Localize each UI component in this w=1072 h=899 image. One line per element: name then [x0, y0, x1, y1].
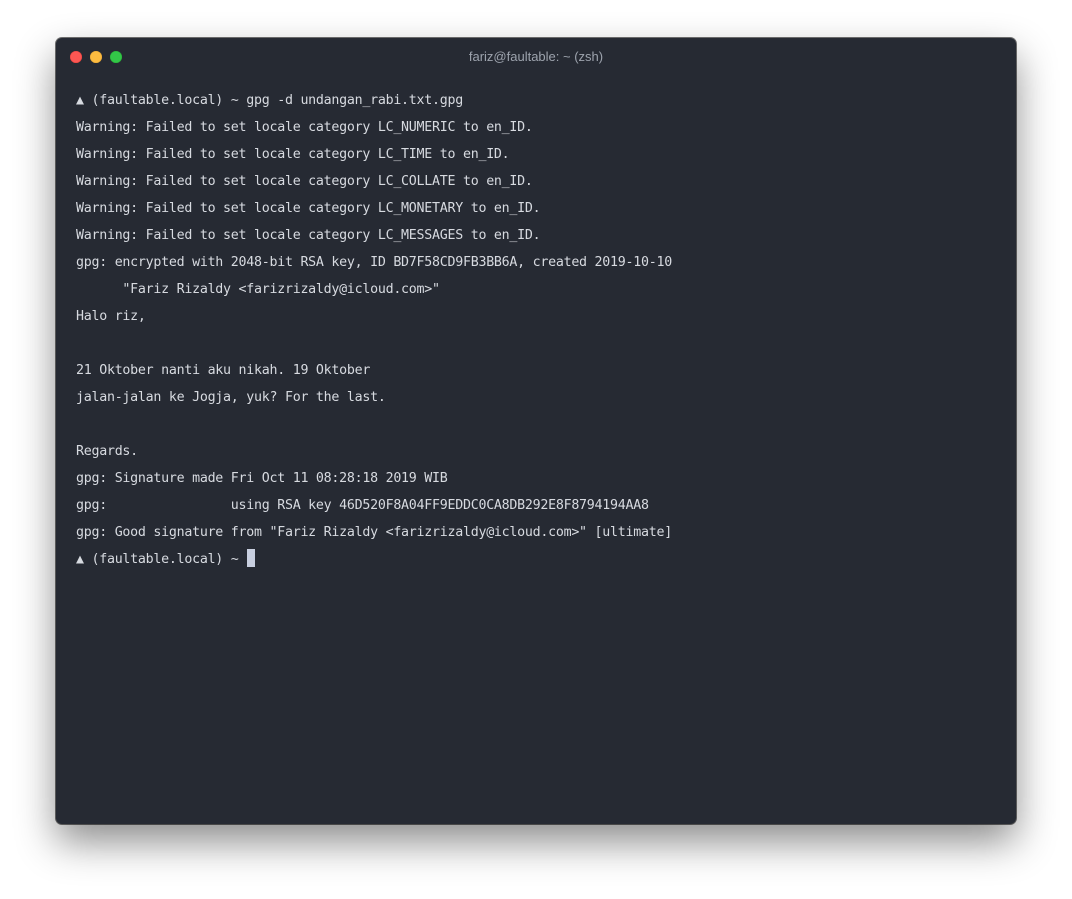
title-bar[interactable]: fariz@faultable: ~ (zsh): [56, 38, 1016, 76]
terminal-line: ▲ (faultable.local) ~ gpg -d undangan_ra…: [76, 93, 463, 108]
prompt-line[interactable]: ▲ (faultable.local) ~: [76, 546, 1006, 573]
terminal-line: gpg: using RSA key 46D520F8A04FF9EDDC0CA…: [76, 498, 649, 513]
prompt-text: ▲ (faultable.local) ~: [76, 552, 247, 567]
text-cursor: [247, 549, 256, 567]
terminal-line: 21 Oktober nanti aku nikah. 19 Oktober: [76, 363, 371, 378]
terminal-output[interactable]: ▲ (faultable.local) ~ gpg -d undangan_ra…: [76, 87, 1006, 573]
terminal-line: jalan-jalan ke Jogja, yuk? For the last.: [76, 390, 386, 405]
terminal-line: Regards.: [76, 444, 138, 459]
terminal-line: Warning: Failed to set locale category L…: [76, 201, 541, 216]
terminal-line: Halo riz,: [76, 309, 146, 324]
terminal-line: gpg: Signature made Fri Oct 11 08:28:18 …: [76, 471, 448, 486]
terminal-window: fariz@faultable: ~ (zsh) ▲ (faultable.lo…: [56, 38, 1016, 824]
terminal-line: gpg: Good signature from "Fariz Rizaldy …: [76, 525, 672, 540]
terminal-line: Warning: Failed to set locale category L…: [76, 120, 533, 135]
terminal-line: Warning: Failed to set locale category L…: [76, 228, 541, 243]
window-title: fariz@faultable: ~ (zsh): [468, 49, 604, 64]
terminal-line: Warning: Failed to set locale category L…: [76, 147, 510, 162]
terminal-line: Warning: Failed to set locale category L…: [76, 174, 533, 189]
terminal-line: gpg: encrypted with 2048-bit RSA key, ID…: [76, 255, 672, 270]
terminal-line: "Fariz Rizaldy <farizrizaldy@icloud.com>…: [76, 282, 440, 297]
